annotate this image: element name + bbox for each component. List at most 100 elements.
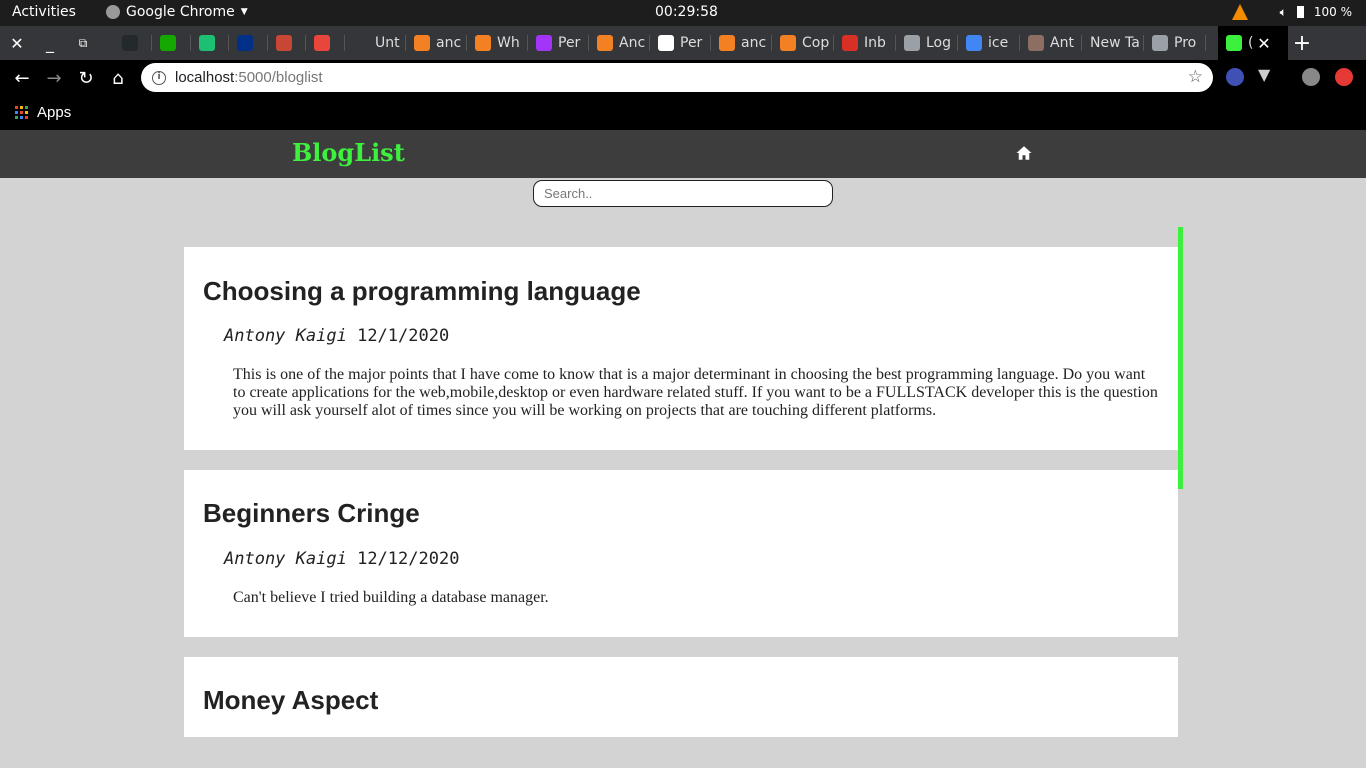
browser-tab[interactable] (306, 26, 345, 60)
clock[interactable]: 00:29:58 (655, 4, 718, 20)
post-title: Beginners Cringe (203, 498, 420, 528)
post-author: Antony Kaigi (224, 326, 347, 346)
app-icon (314, 35, 330, 51)
browser-tab[interactable]: Wh (467, 26, 528, 60)
browser-tab[interactable] (114, 26, 152, 60)
bookmarks-bar: Apps (0, 96, 1366, 130)
close-window-icon[interactable]: ✕ (5, 26, 29, 60)
activities-button[interactable]: Activities (12, 4, 76, 20)
paypal-icon (237, 35, 253, 51)
tab-label: anc (436, 35, 462, 51)
post-body: This is one of the major points that I h… (233, 366, 1158, 419)
tab-divider (1205, 35, 1206, 51)
browser-tab[interactable]: Inb (834, 26, 896, 60)
stackoverflow-icon (597, 35, 613, 51)
update-icon[interactable] (1335, 68, 1353, 86)
upwork-icon (160, 35, 176, 51)
tab-label: anc (741, 35, 767, 51)
browser-toolbar: ← → ↻ ⌂ i localhost:5000/bloglist ☆ ▼ (0, 60, 1366, 96)
fiverr-icon (199, 35, 215, 51)
tab-label: Cop (802, 35, 830, 51)
close-tab-icon[interactable]: ✕ (1252, 26, 1276, 60)
battery-percent: 100 % (1313, 5, 1352, 19)
browser-tab[interactable] (191, 26, 229, 60)
site-navbar: BlogList (0, 130, 1366, 178)
tab-label: Per (680, 35, 703, 51)
profile-avatar[interactable] (1302, 68, 1320, 86)
tab-label: Log (926, 35, 952, 51)
post-card: Money Aspect (184, 657, 1178, 737)
home-icon[interactable] (1015, 144, 1033, 162)
system-top-bar: Activities Google Chrome ▼ 00:29:58 🔈︎ 1… (0, 0, 1366, 26)
stackoverflow-icon (780, 35, 796, 51)
volume-icon: 🔈︎ (1279, 4, 1287, 19)
tab-label: New Ta (1090, 35, 1140, 51)
browser-tab[interactable]: anc (406, 26, 467, 60)
app-menu[interactable]: Google Chrome ▼ (106, 4, 248, 20)
post-title: Money Aspect (203, 685, 379, 715)
browser-tab[interactable]: anc (711, 26, 772, 60)
scroll-accent-bar (1178, 227, 1183, 489)
new-tab-button[interactable]: + (1290, 26, 1314, 60)
system-tray[interactable]: 🔈︎ 100 % (1231, 4, 1352, 20)
search-input[interactable] (533, 180, 833, 207)
app-icon (1226, 35, 1242, 51)
extension-icon[interactable] (1226, 68, 1244, 86)
chrome-icon (106, 5, 120, 19)
minimize-window-icon[interactable]: _ (38, 26, 62, 60)
browser-tab[interactable] (229, 26, 268, 60)
tab-label: Ant (1050, 35, 1074, 51)
browser-tab[interactable]: Unt (345, 26, 406, 60)
home-button-icon[interactable]: ⌂ (106, 66, 130, 90)
tab-label: Wh (497, 35, 520, 51)
restore-window-icon[interactable]: ⧉ (71, 26, 95, 60)
stackoverflow-icon (719, 35, 735, 51)
browser-tab[interactable]: Per (650, 26, 711, 60)
oracle-icon (276, 35, 292, 51)
browser-tab[interactable]: ice (958, 26, 1020, 60)
globe-icon (904, 35, 920, 51)
back-icon[interactable]: ← (10, 66, 34, 90)
vlc-icon[interactable] (1231, 4, 1248, 20)
tab-label: ice (988, 35, 1009, 51)
google-icon (966, 35, 982, 51)
xml-icon (658, 35, 674, 51)
post-card: Choosing a programming language Antony K… (184, 247, 1178, 450)
post-meta: Antony Kaigi 12/1/2020 (224, 326, 449, 346)
browser-tab[interactable] (152, 26, 191, 60)
browser-tab[interactable]: Log (896, 26, 958, 60)
url-text[interactable]: localhost:5000/bloglist (175, 69, 323, 86)
browser-tab[interactable]: Cop (772, 26, 834, 60)
browser-tab[interactable]: Per (528, 26, 589, 60)
app-name: Google Chrome (126, 4, 235, 20)
address-bar[interactable]: i localhost:5000/bloglist ☆ (141, 63, 1213, 92)
post-body: Can't believe I tried building a databas… (233, 589, 549, 606)
forward-icon[interactable]: → (42, 66, 66, 90)
browser-tab[interactable]: New Ta (1082, 26, 1144, 60)
chevron-down-icon: ▼ (240, 7, 248, 17)
post-date: 12/1/2020 (357, 326, 450, 346)
reload-icon[interactable]: ↻ (74, 66, 98, 90)
tab-strip: ✕ _ ⧉ Unt anc Wh Per Anc Per anc Cop Inb Log ice An… (0, 26, 1366, 60)
browser-tab[interactable]: Pro (1144, 26, 1206, 60)
site-info-icon[interactable]: i (152, 70, 166, 85)
post-date: 12/12/2020 (357, 549, 460, 569)
tab-label: Per (558, 35, 581, 51)
vuejs-devtools-icon[interactable]: ▼ (1258, 65, 1276, 84)
globe-icon (1152, 35, 1168, 51)
blank-icon (353, 35, 369, 51)
github-icon (122, 35, 138, 51)
battery-icon (1296, 6, 1304, 18)
apps-shortcut[interactable]: Apps (15, 104, 71, 121)
browser-tab[interactable]: Ant (1020, 26, 1082, 60)
bookmark-star-icon[interactable]: ☆ (1188, 67, 1203, 87)
post-card: Beginners Cringe Antony Kaigi 12/12/2020… (184, 470, 1178, 637)
tab-label: Anc (619, 35, 646, 51)
site-brand[interactable]: BlogList (292, 138, 405, 167)
browser-tab[interactable]: Anc (589, 26, 650, 60)
browser-tab[interactable] (268, 26, 306, 60)
stackoverflow-icon (414, 35, 430, 51)
post-author: Antony Kaigi (224, 549, 347, 569)
apps-grid-icon (15, 106, 28, 119)
tab-label: Inb (864, 35, 886, 51)
